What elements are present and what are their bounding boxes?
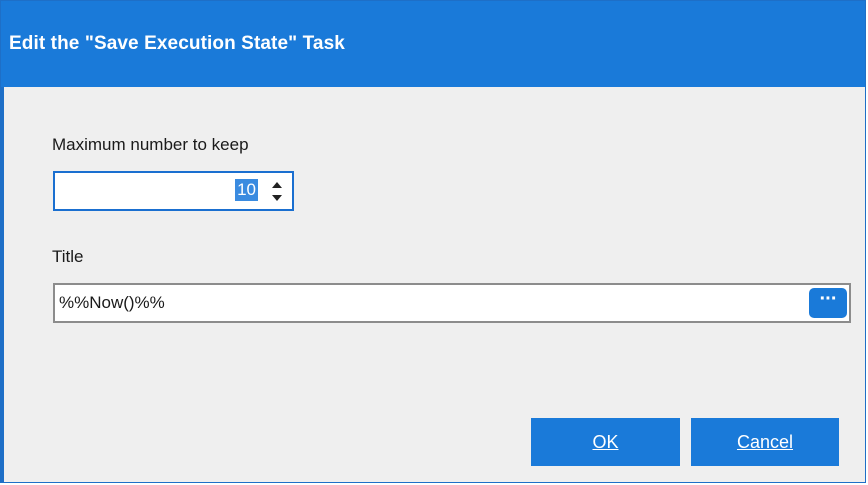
max-keep-spinner[interactable]: 10 [53, 171, 294, 211]
max-keep-label: Maximum number to keep [52, 135, 249, 154]
spinner-arrows[interactable] [268, 176, 286, 206]
dialog-title: Edit the "Save Execution State" Task [9, 33, 345, 54]
cancel-button-label: Cancel [736, 432, 794, 452]
max-keep-value[interactable]: 10 [235, 179, 258, 201]
spinner-up-icon[interactable] [272, 182, 282, 188]
cancel-button[interactable]: Cancel [691, 418, 839, 466]
title-label: Title [52, 247, 84, 266]
ok-button[interactable]: OK [531, 418, 680, 466]
ellipsis-icon: ··· [819, 288, 838, 310]
title-bar: Edit the "Save Execution State" Task [1, 1, 865, 87]
title-input-value[interactable]: %%Now()%% [59, 293, 165, 313]
edit-task-dialog: Edit the "Save Execution State" Task Max… [0, 0, 866, 483]
title-input[interactable]: %%Now()%% ··· [53, 283, 851, 323]
spinner-down-icon[interactable] [272, 195, 282, 201]
window-left-edge [1, 87, 4, 482]
ok-button-label: OK [592, 432, 619, 452]
title-browse-button[interactable]: ··· [809, 288, 847, 318]
